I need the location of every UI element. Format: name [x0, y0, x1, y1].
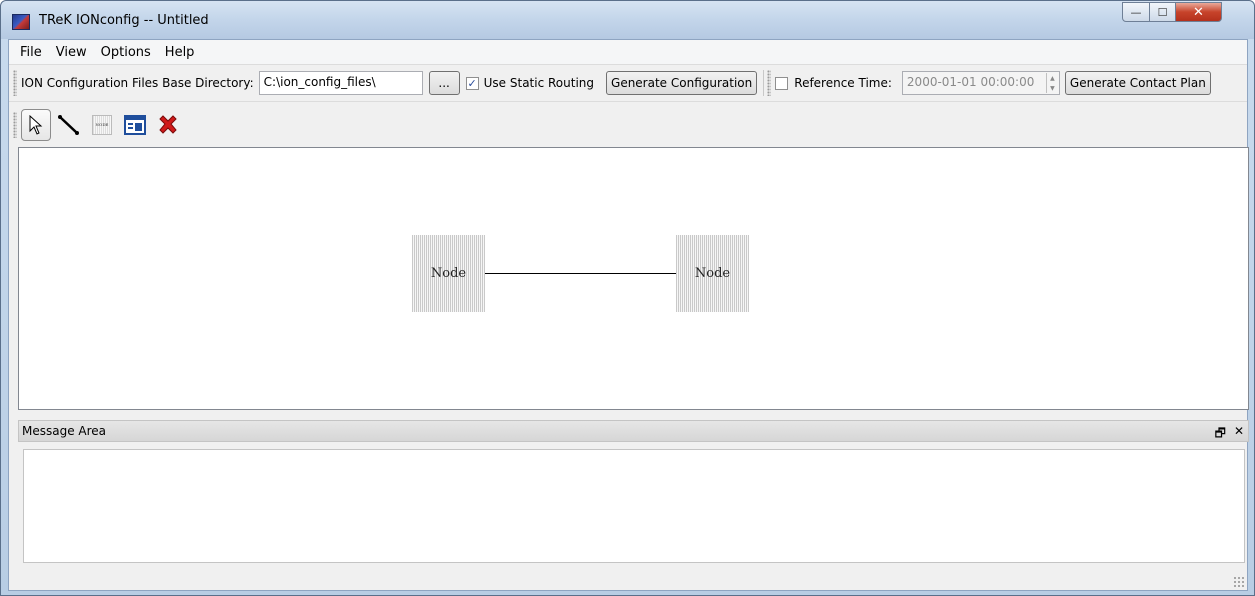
message-area-header: Message Area 🗗 ✕ — [18, 420, 1249, 442]
toolbar-grip-2[interactable] — [767, 70, 772, 96]
checkmark-icon: ✓ — [467, 76, 477, 90]
generate-contact-plan-button[interactable]: Generate Contact Plan — [1064, 71, 1211, 95]
restore-icon[interactable]: 🗗 — [1215, 424, 1226, 445]
message-area-controls: 🗗 ✕ — [1215, 424, 1244, 445]
status-bar — [9, 566, 1247, 590]
message-area-title: Message Area — [22, 424, 107, 438]
diagram-canvas[interactable]: Node Node — [18, 147, 1249, 410]
menu-options[interactable]: Options — [94, 45, 158, 60]
toolbar-separator — [763, 70, 765, 96]
node-tool[interactable]: NODE — [87, 109, 117, 141]
app-logo-icon — [12, 14, 30, 30]
link-tool[interactable] — [54, 109, 84, 141]
node-label: Node — [430, 266, 467, 281]
client-area: File View Options Help ION Configuration… — [8, 39, 1249, 591]
maximize-icon: ☐ — [1157, 5, 1168, 19]
reference-time-label: Reference Time: — [794, 76, 892, 90]
menu-help[interactable]: Help — [158, 45, 202, 60]
static-routing-checkbox[interactable]: ✓ — [465, 76, 479, 90]
node-icon: NODE — [92, 114, 112, 135]
browse-button[interactable]: ... — [428, 71, 460, 95]
config-toolbar: ION Configuration Files Base Directory: … — [9, 64, 1247, 102]
node-icon-text: NODE — [95, 122, 109, 127]
maximize-button[interactable]: ☐ — [1149, 2, 1176, 22]
diagram-node[interactable]: Node — [412, 235, 485, 312]
delete-tool[interactable] — [153, 109, 183, 141]
message-area[interactable] — [23, 449, 1245, 563]
minimize-button[interactable]: — — [1122, 2, 1150, 22]
tool-palette: NODE — [9, 102, 1247, 147]
minimize-icon: — — [1130, 5, 1142, 19]
resize-grip-icon[interactable] — [1233, 576, 1245, 588]
select-tool[interactable] — [21, 108, 51, 141]
properties-tool[interactable] — [120, 109, 150, 141]
spinner-up-icon[interactable]: ▲ — [1050, 75, 1055, 82]
spinner-down-icon[interactable]: ▼ — [1050, 85, 1055, 92]
diagram-edge[interactable] — [485, 273, 676, 274]
app-window: TReK IONconfig -- Untitled — ☐ ✕ File Vi… — [0, 0, 1255, 596]
generate-configuration-button[interactable]: Generate Configuration — [606, 71, 758, 95]
close-button[interactable]: ✕ — [1175, 2, 1222, 22]
menu-view[interactable]: View — [49, 45, 94, 60]
reference-time-checkbox[interactable] — [775, 76, 789, 90]
diagram-node[interactable]: Node — [676, 235, 749, 312]
node-label: Node — [694, 266, 731, 281]
tool-palette-grip[interactable] — [13, 111, 17, 138]
title-bar[interactable]: TReK IONconfig -- Untitled — ☐ ✕ — [1, 1, 1254, 39]
pointer-arrow-icon — [29, 114, 43, 135]
red-x-icon — [159, 114, 177, 134]
base-dir-label: ION Configuration Files Base Directory: — [21, 76, 254, 90]
menu-file[interactable]: File — [13, 45, 49, 60]
close-icon: ✕ — [1193, 4, 1204, 20]
reference-time-value: 2000-01-01 00:00:00 — [906, 75, 1035, 89]
static-routing-label: Use Static Routing — [483, 76, 595, 90]
base-dir-input[interactable]: C:\ion_config_files\ — [258, 71, 423, 95]
table-window-icon — [124, 114, 146, 135]
spinner-arrows[interactable]: ▲ ▼ — [1045, 73, 1058, 93]
menu-bar: File View Options Help — [9, 40, 1247, 64]
reference-time-spinner[interactable]: 2000-01-01 00:00:00 ▲ ▼ — [901, 71, 1060, 95]
close-panel-icon[interactable]: ✕ — [1234, 424, 1244, 445]
toolbar-grip[interactable] — [13, 70, 17, 96]
link-line-icon — [58, 114, 79, 135]
window-title: TReK IONconfig -- Untitled — [39, 13, 209, 28]
